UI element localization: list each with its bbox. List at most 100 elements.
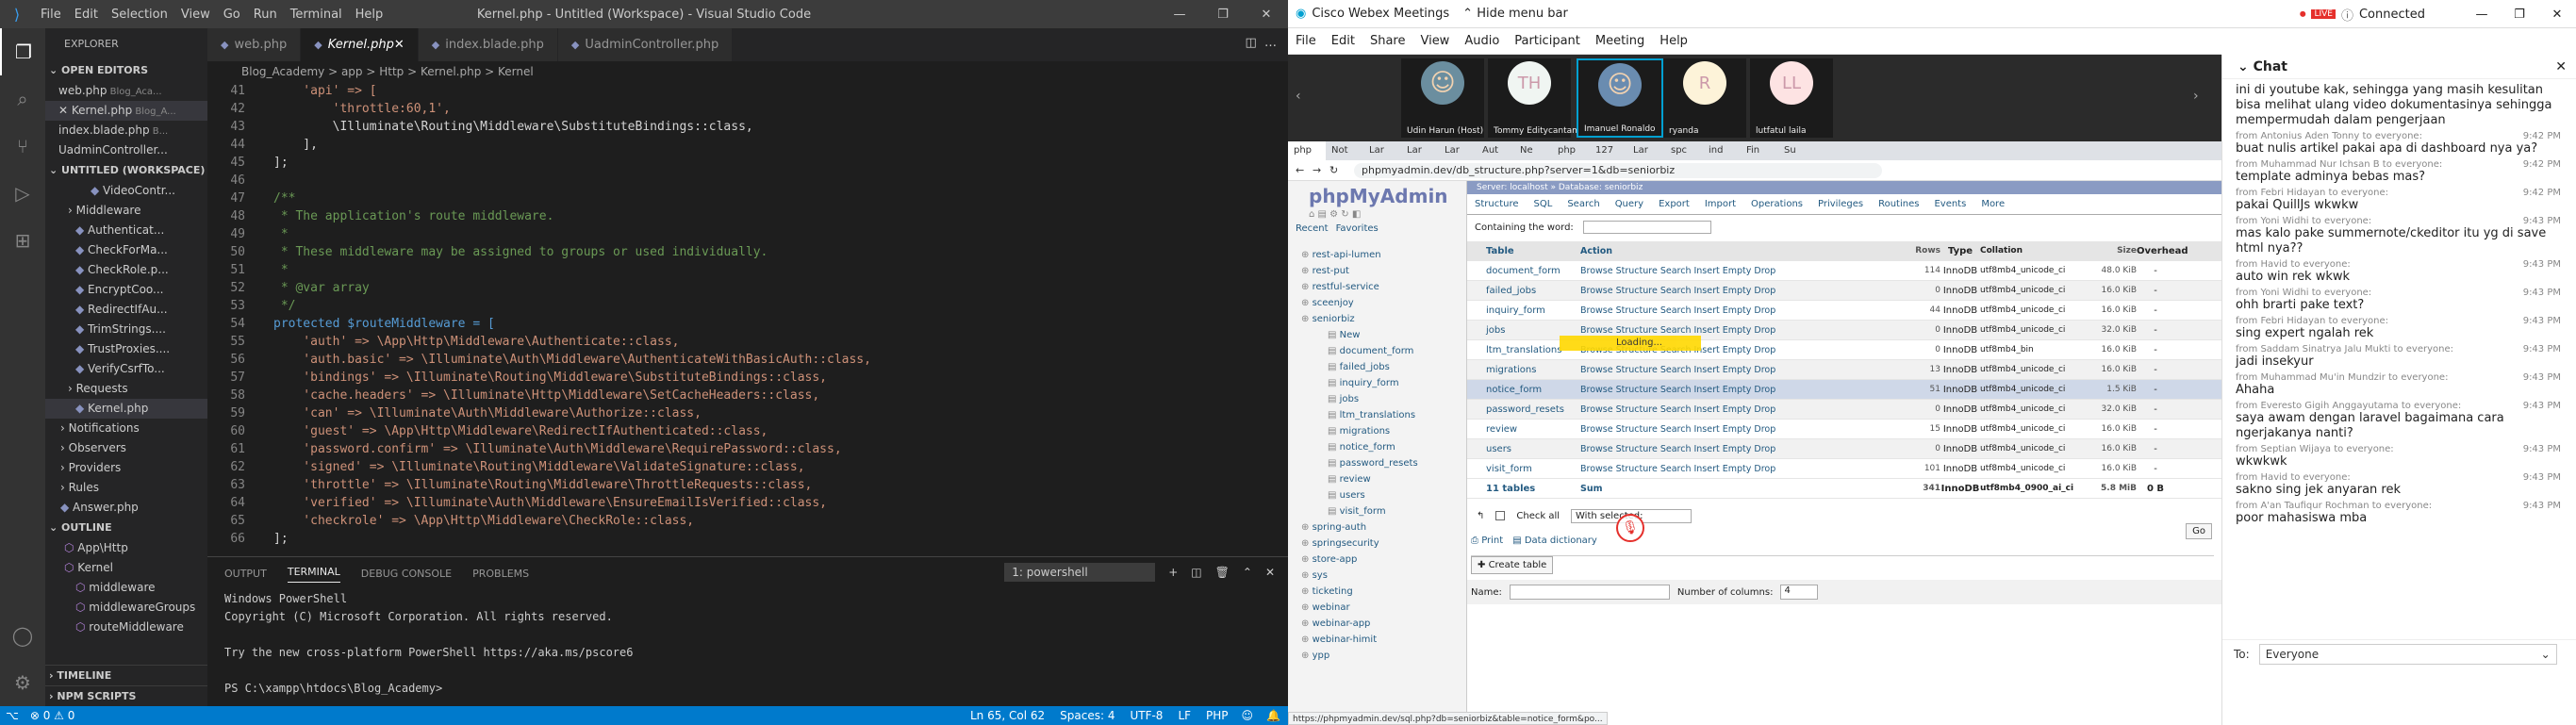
back-icon[interactable]: ← <box>1296 164 1304 176</box>
hide-menu-bar-button[interactable]: ⌃ Hide menu bar <box>1462 7 1568 21</box>
table-name[interactable]: notice_form <box>1467 380 1580 399</box>
outline-item[interactable]: ⬡ routeMiddleware <box>45 618 207 637</box>
outline-section[interactable]: ⌄ OUTLINE <box>45 518 207 538</box>
db-tree-item[interactable]: ▤ New <box>1288 327 1466 343</box>
table-name[interactable]: visit_form <box>1467 459 1580 478</box>
browser-tab[interactable]: 127 <box>1590 141 1627 160</box>
code-view[interactable]: 41 'api' => [42 'throttle:60,1', 43 \Illu… <box>207 82 1288 548</box>
db-tree-item[interactable]: ▤ review <box>1288 471 1466 487</box>
db-tree-item[interactable]: ⊕ webinar-app <box>1288 616 1466 632</box>
db-tree-item[interactable]: ⊕ restful-service <box>1288 279 1466 295</box>
row-actions[interactable]: Browse Structure Search Insert Empty Dro… <box>1580 380 1901 399</box>
table-row[interactable]: review Browse Structure Search Insert Emp… <box>1467 420 2221 439</box>
info-icon[interactable]: ⓘ <box>2341 6 2353 24</box>
panel-tab-problems[interactable]: PROBLEMS <box>472 568 529 580</box>
open-editor-item[interactable]: index.blade.php B... <box>45 121 207 140</box>
db-tree-item[interactable]: ⊕ store-app <box>1288 552 1466 568</box>
db-tree-item[interactable]: ▤ notice_form <box>1288 439 1466 455</box>
next-participants-icon[interactable]: › <box>2193 89 2199 104</box>
tree-item[interactable]: ◆ CheckRole.p... <box>45 260 207 280</box>
webex-menu-view[interactable]: View <box>1412 34 1457 48</box>
row-actions[interactable]: Browse Structure Search Insert Empty Dro… <box>1580 281 1901 300</box>
npm-scripts-section[interactable]: › NPM SCRIPTS <box>45 685 207 706</box>
db-tree-item[interactable]: ⊕ ticketing <box>1288 584 1466 600</box>
outline-item[interactable]: ⬡ Kernel <box>45 558 207 578</box>
print-link[interactable]: ⎙ Print <box>1471 536 1503 546</box>
close-chat-icon[interactable]: ✕ <box>2555 55 2567 79</box>
col-table[interactable]: Table <box>1467 241 1580 260</box>
webex-menu-participant[interactable]: Participant <box>1507 34 1588 48</box>
remote-icon[interactable]: ⌥ <box>0 709 25 722</box>
terminal-selector[interactable]: 1: powershell <box>1004 563 1156 582</box>
row-actions[interactable]: Browse Structure Search Insert Empty Dro… <box>1580 360 1901 379</box>
table-row[interactable]: notice_form Browse Structure Search Inser… <box>1467 380 2221 400</box>
db-tree-item[interactable]: ⊕ spring-auth <box>1288 519 1466 536</box>
participant-tile[interactable]: LL lutfatul laila <box>1750 58 1833 138</box>
table-name[interactable]: users <box>1467 439 1580 458</box>
pma-tab-query[interactable]: Query <box>1615 199 1643 209</box>
table-row[interactable]: migrations Browse Structure Search Insert… <box>1467 360 2221 380</box>
tab-index-blade-php[interactable]: ◆ index.blade.php <box>418 28 558 61</box>
tree-item[interactable]: ◆ RedirectIfAu... <box>45 300 207 320</box>
status-item[interactable]: Spaces: 4 <box>1052 709 1122 722</box>
open-editor-item[interactable]: web.php Blog_Aca... <box>45 81 207 101</box>
tree-item[interactable]: ◆ Kernel.php <box>45 399 207 419</box>
browser-tab[interactable]: Lar <box>1627 141 1665 160</box>
pma-tab-search[interactable]: Search <box>1567 199 1599 209</box>
tree-item[interactable]: › Providers <box>45 458 207 478</box>
minimize-icon[interactable]: — <box>2463 8 2501 22</box>
minimize-icon[interactable]: — <box>1158 0 1201 28</box>
extensions-icon[interactable]: ⊞ <box>0 217 45 264</box>
browser-tab[interactable]: Lar <box>1401 141 1439 160</box>
tab-kernel-php[interactable]: ◆ Kernel.php ✕ <box>301 28 419 61</box>
table-name[interactable]: password_resets <box>1467 400 1580 419</box>
browser-tab[interactable]: Not <box>1326 141 1363 160</box>
tree-item[interactable]: › Middleware <box>45 201 207 221</box>
search-icon[interactable]: ⌕ <box>0 75 45 123</box>
tree-item[interactable]: ◆ Authenticat... <box>45 221 207 240</box>
close-icon[interactable]: ✕ <box>2538 8 2576 22</box>
tree-item[interactable]: ◆ TrustProxies.... <box>45 339 207 359</box>
create-table-button[interactable]: ✚ Create table <box>1471 556 1554 574</box>
pma-tab-import[interactable]: Import <box>1705 199 1736 209</box>
db-tree-item[interactable]: ▤ failed_jobs <box>1288 359 1466 375</box>
pma-tab-privileges[interactable]: Privileges <box>1818 199 1863 209</box>
tree-item[interactable]: › Observers <box>45 438 207 458</box>
split-editor-icon[interactable]: ◫ <box>1245 36 1256 50</box>
open-editors-section[interactable]: ⌄ OPEN EDITORS <box>45 60 207 81</box>
table-row[interactable]: inquiry_form Browse Structure Search Inse… <box>1467 301 2221 321</box>
open-editor-item[interactable]: UadminController... <box>45 140 207 160</box>
tree-item[interactable]: ◆ TrimStrings.... <box>45 320 207 339</box>
restore-icon[interactable]: ❐ <box>2501 8 2538 22</box>
tab-uadmincontroller-php[interactable]: ◆ UadminController.php <box>557 28 734 61</box>
webex-menu-share[interactable]: Share <box>1362 34 1413 48</box>
tab-web-php[interactable]: ◆ web.php <box>207 28 302 61</box>
pma-tab-operations[interactable]: Operations <box>1751 199 1803 209</box>
recipient-select[interactable]: Everyone ⌄ <box>2258 643 2557 665</box>
webex-menu-edit[interactable]: Edit <box>1324 34 1362 48</box>
outline-item[interactable]: ⬡ middleware <box>45 578 207 598</box>
status-item[interactable]: UTF-8 <box>1122 709 1170 722</box>
add-terminal-icon[interactable]: + <box>1168 566 1178 579</box>
row-actions[interactable]: Browse Structure Search Insert Empty Dro… <box>1580 301 1901 320</box>
webex-menu-help[interactable]: Help <box>1652 34 1695 48</box>
table-name[interactable]: failed_jobs <box>1467 281 1580 300</box>
favorites-tab[interactable]: Favorites <box>1336 223 1379 234</box>
close-icon[interactable]: ✕ <box>1245 0 1288 28</box>
feedback-icon[interactable]: ☺ <box>1236 709 1260 722</box>
reload-icon[interactable]: ↻ <box>1329 164 1338 176</box>
status-item[interactable]: LF <box>1170 709 1198 722</box>
close-tab-icon[interactable]: ✕ <box>394 38 405 52</box>
close-icon[interactable]: ✕ <box>58 104 72 117</box>
outline-item[interactable]: ⬡ App\Http <box>45 538 207 558</box>
table-row[interactable]: users Browse Structure Search Insert Empt… <box>1467 439 2221 459</box>
browser-tab[interactable]: Fin <box>1741 141 1778 160</box>
workspace-section[interactable]: ⌄ UNTITLED (WORKSPACE) <box>45 160 207 181</box>
db-tree-item[interactable]: ⊕ ypp <box>1288 648 1466 664</box>
notifications-icon[interactable]: 🔔 <box>1259 709 1288 722</box>
tree-item[interactable]: ◆ VideoContr... <box>45 181 207 201</box>
row-actions[interactable]: Browse Structure Search Insert Empty Dro… <box>1580 459 1901 478</box>
panel-tab-debug-console[interactable]: DEBUG CONSOLE <box>361 568 452 580</box>
recent-tab[interactable]: Recent <box>1296 223 1329 234</box>
menu-run[interactable]: Run <box>247 8 284 22</box>
